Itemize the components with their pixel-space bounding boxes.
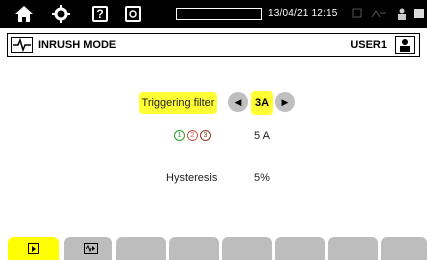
network-icon bbox=[352, 8, 362, 21]
help-icon[interactable]: ? bbox=[90, 3, 110, 25]
tab-empty-7[interactable] bbox=[328, 237, 378, 260]
datetime: 13/04/21 12:15 bbox=[268, 8, 338, 19]
tab-empty-5[interactable] bbox=[222, 237, 272, 260]
help-icon-glyph: ? bbox=[92, 6, 108, 22]
tab-empty-4[interactable] bbox=[169, 237, 219, 260]
hysteresis-label: Hysteresis bbox=[166, 172, 218, 184]
inrush-mode-icon bbox=[11, 37, 33, 53]
tab-capture[interactable] bbox=[64, 237, 112, 260]
user-profile-icon[interactable] bbox=[395, 36, 415, 54]
title-bar: INRUSH MODE USER1 bbox=[7, 33, 420, 57]
status-bar: ? 13/04/21 12:15 bbox=[0, 0, 427, 28]
home-icon[interactable] bbox=[12, 3, 36, 25]
tab-empty-3[interactable] bbox=[116, 237, 166, 260]
battery-icon bbox=[414, 9, 424, 18]
memory-progress-bar bbox=[176, 8, 262, 20]
play-box-icon bbox=[28, 243, 39, 254]
tab-empty-6[interactable] bbox=[275, 237, 325, 260]
decrease-arrow-icon[interactable]: ◀ bbox=[228, 92, 248, 112]
phase-2-icon: 2 bbox=[187, 130, 198, 141]
connection-icon bbox=[371, 8, 387, 21]
phase-1-icon: 1 bbox=[174, 130, 185, 141]
tab-trigger-config[interactable] bbox=[8, 237, 59, 260]
page-title: INRUSH MODE bbox=[38, 39, 117, 51]
user-label: USER1 bbox=[350, 39, 387, 51]
phase-current-value[interactable]: 5 A bbox=[254, 130, 270, 142]
triggering-filter-label[interactable]: Triggering filter bbox=[139, 92, 217, 114]
triggering-filter-value[interactable]: 3A bbox=[251, 91, 273, 115]
tab-empty-8[interactable] bbox=[381, 237, 427, 260]
settings-gear-icon[interactable] bbox=[50, 3, 72, 25]
hysteresis-value[interactable]: 5% bbox=[254, 172, 270, 184]
phase-3-icon: 3 bbox=[200, 130, 211, 141]
increase-arrow-icon[interactable]: ▶ bbox=[275, 92, 295, 112]
waveform-play-icon bbox=[84, 243, 98, 254]
screenshot-icon[interactable] bbox=[123, 3, 143, 25]
person-icon bbox=[397, 8, 407, 23]
